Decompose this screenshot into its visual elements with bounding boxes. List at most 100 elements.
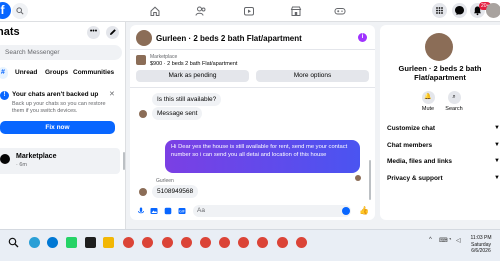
mute-label: Mute	[421, 106, 435, 112]
wifi-icon[interactable]: ◔	[448, 237, 452, 243]
clock-time: 11:03 PM	[470, 235, 492, 241]
friends-icon[interactable]	[195, 5, 207, 17]
new-message-button[interactable]	[106, 26, 119, 39]
show-hidden-icons[interactable]: ^	[429, 237, 432, 243]
compose-icon	[110, 29, 116, 35]
chevron-down-icon: ▼	[494, 158, 500, 164]
incoming-message: Is this still available?	[152, 93, 222, 106]
more-options-button[interactable]: More options	[256, 70, 369, 82]
sticker-icon[interactable]	[164, 207, 172, 215]
file-explorer-icon[interactable]	[103, 237, 114, 248]
filter-all[interactable]: #	[0, 67, 8, 79]
volume-icon[interactable]: ◁	[456, 237, 461, 244]
gaming-icon[interactable]	[334, 5, 346, 17]
taskbar-clock[interactable]: 11:03 PM Saturday 6/6/2026	[466, 235, 496, 255]
chats-title: hats	[0, 26, 20, 38]
language-icon[interactable]: ⌨	[439, 237, 448, 244]
details-avatar[interactable]	[425, 33, 453, 61]
media-files-links-row[interactable]: Media, files and links ▼	[387, 158, 500, 165]
filter-groups[interactable]: Groups	[45, 67, 68, 79]
chat-filters: # Unread Groups Communities	[0, 67, 126, 81]
sender-name: Gurleen	[156, 178, 174, 184]
gif-icon[interactable]: GIF	[178, 207, 186, 215]
chevron-down-icon: ▼	[494, 175, 500, 181]
sender-avatar	[139, 110, 147, 118]
video-icon[interactable]	[243, 5, 255, 17]
message-composer: GIF Aa 👍	[130, 202, 375, 220]
incoming-message: Message sent	[152, 107, 203, 120]
conversation-header: Gurleen · 2 beds 2 bath Flat/apartment i	[130, 25, 375, 50]
close-icon[interactable]: ✕	[109, 90, 115, 98]
chevron-down-icon: ▼	[494, 125, 500, 131]
clock-date: 6/6/2026	[471, 248, 491, 254]
chrome-icon[interactable]	[257, 237, 268, 248]
chat-name: Marketplace	[16, 153, 57, 160]
chat-members-row[interactable]: Chat members ▼	[387, 142, 500, 149]
microphone-icon[interactable]	[137, 207, 145, 215]
incoming-message: 5108949568	[152, 185, 199, 198]
chats-sidebar: hats ••• Search Messenger # Unread Group…	[0, 22, 126, 229]
sidebar-scrollbar[interactable]	[123, 152, 125, 170]
chrome-icon[interactable]	[296, 237, 307, 248]
whatsapp-icon[interactable]	[66, 237, 77, 248]
outgoing-message: Hi Dear yes the house is still available…	[165, 140, 360, 173]
chrome-icon[interactable]	[181, 237, 192, 248]
search-in-chat-button[interactable]: ⌕ Search	[440, 91, 468, 112]
home-icon[interactable]	[149, 5, 161, 17]
messenger-button[interactable]	[452, 3, 467, 18]
thumbs-up-icon[interactable]: 👍	[359, 206, 369, 216]
search-button[interactable]	[12, 3, 28, 19]
windows-search-icon[interactable]	[8, 237, 19, 248]
search-label: Search	[445, 106, 463, 112]
message-input[interactable]: Aa	[193, 205, 351, 217]
backup-description: Back up your chats so you can restore th…	[12, 101, 106, 114]
marketplace-icon[interactable]	[290, 5, 302, 17]
search-icon	[16, 7, 24, 15]
facebook-logo[interactable]: f	[0, 2, 11, 19]
details-name: Gurleen · 2 beds 2 bath Flat/apartment	[398, 64, 482, 82]
listing-price[interactable]: $900 · 2 beds 2 bath Flat/apartment	[150, 61, 237, 67]
edge-icon[interactable]	[47, 237, 58, 248]
row-label: Chat members	[387, 142, 433, 149]
mark-as-pending-button[interactable]: Mark as pending	[136, 70, 249, 82]
messenger-icon	[455, 6, 464, 15]
listing-label: Marketplace	[150, 54, 178, 60]
menu-grid-button[interactable]	[432, 3, 447, 18]
info-icon[interactable]: i	[358, 33, 367, 42]
chrome-icon[interactable]	[200, 237, 211, 248]
backup-title: Your chats aren't backed up	[12, 91, 99, 98]
message-scrollbar[interactable]	[369, 160, 371, 200]
chrome-icon[interactable]	[277, 237, 288, 248]
chat-list-item[interactable]: Marketplace · 6m	[0, 148, 120, 174]
listing-thumbnail[interactable]	[136, 55, 146, 65]
top-bar: f 20+	[0, 0, 500, 22]
messenger-search-input[interactable]: Search Messenger	[0, 45, 122, 60]
emoji-icon[interactable]	[342, 207, 350, 215]
seen-indicator	[355, 175, 361, 181]
chrome-icon[interactable]	[142, 237, 153, 248]
fix-now-button[interactable]: Fix now	[0, 121, 115, 134]
chrome-icon[interactable]	[219, 237, 230, 248]
chrome-icon[interactable]	[238, 237, 249, 248]
chats-options-button[interactable]: •••	[87, 26, 100, 39]
bell-icon: 🔔	[421, 91, 435, 104]
weather-icon[interactable]	[29, 237, 40, 248]
filter-unread[interactable]: Unread	[15, 67, 37, 79]
windows-taskbar: ^ ⌨ ◔ ◁ 11:03 PM Saturday 6/6/2026	[0, 229, 500, 261]
image-icon[interactable]	[150, 207, 158, 215]
mute-button[interactable]: 🔔 Mute	[414, 91, 442, 112]
info-icon: !	[0, 91, 9, 100]
row-label: Media, files and links	[387, 158, 453, 165]
customize-chat-row[interactable]: Customize chat ▼	[387, 125, 500, 132]
privacy-support-row[interactable]: Privacy & support ▼	[387, 175, 500, 182]
conversation-avatar[interactable]	[136, 30, 152, 46]
chrome-icon[interactable]	[162, 237, 173, 248]
more-icon: •••	[89, 28, 98, 35]
conversation-title[interactable]: Gurleen · 2 beds 2 bath Flat/apartment	[156, 34, 302, 43]
app-icon[interactable]	[85, 237, 96, 248]
profile-avatar[interactable]	[486, 3, 500, 18]
chevron-down-icon: ▼	[494, 142, 500, 148]
grid-icon	[436, 7, 443, 14]
chrome-icon[interactable]	[123, 237, 134, 248]
filter-communities[interactable]: Communities	[73, 67, 114, 79]
